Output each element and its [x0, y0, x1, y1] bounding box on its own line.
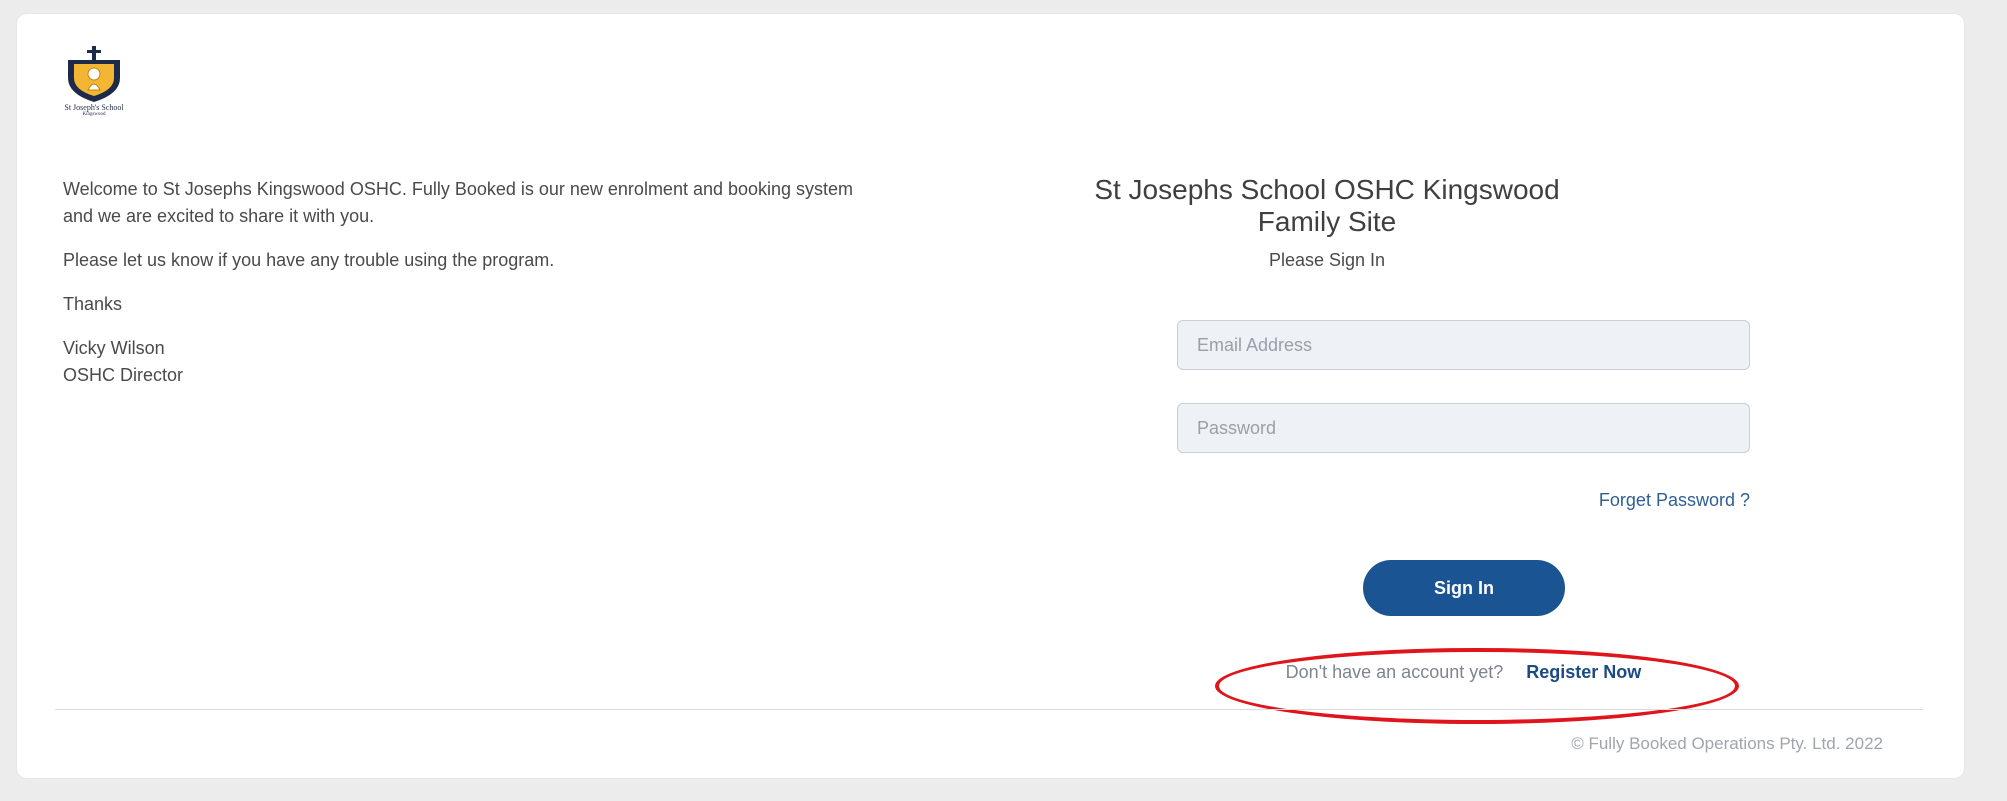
- sign-in-button[interactable]: Sign In: [1363, 560, 1565, 616]
- welcome-line-1: Welcome to St Josephs Kingswood OSHC. Fu…: [63, 179, 854, 199]
- signature-name: Vicky Wilson: [63, 338, 165, 358]
- logo-subcaption: Kingswood: [82, 112, 106, 117]
- logo-caption: St Joseph's School: [64, 103, 124, 112]
- signin-subtitle: Please Sign In: [1268, 250, 1386, 270]
- footer-divider: [55, 709, 1923, 710]
- help-paragraph: Please let us know if you have any troub…: [63, 250, 555, 270]
- register-now-link[interactable]: Register Now: [1526, 662, 1641, 682]
- forgot-password-link[interactable]: Forget Password ?: [1537, 490, 1750, 511]
- school-logo: St Joseph's School Kingswood: [54, 44, 134, 124]
- highlight-annotation: [1215, 648, 1739, 724]
- welcome-paragraph: Welcome to St Josephs Kingswood OSHC. Fu…: [63, 176, 963, 230]
- register-row: Don't have an account yet? Register Now: [1177, 662, 1750, 683]
- signature-title: OSHC Director: [63, 365, 184, 385]
- login-card: St Joseph's School Kingswood Welcome to …: [17, 14, 1964, 778]
- signature: Vicky Wilson OSHC Director: [63, 335, 963, 389]
- welcome-message: Welcome to St Josephs Kingswood OSHC. Fu…: [63, 176, 963, 406]
- site-title-line-1: St Josephs School OSHC Kingswood: [1094, 174, 1560, 205]
- welcome-line-2: and we are excited to share it with you.: [63, 206, 375, 226]
- site-title-line-2: Family Site: [1257, 206, 1397, 237]
- copyright-text: © Fully Booked Operations Pty. Ltd. 2022: [1571, 734, 1883, 753]
- register-prompt: Don't have an account yet?: [1285, 662, 1504, 682]
- email-field[interactable]: [1177, 320, 1750, 370]
- school-crest-icon: [68, 46, 120, 102]
- password-field[interactable]: [1177, 403, 1750, 453]
- thanks-paragraph: Thanks: [63, 294, 123, 314]
- site-title: St Josephs School OSHC Kingswood Family …: [1077, 174, 1577, 238]
